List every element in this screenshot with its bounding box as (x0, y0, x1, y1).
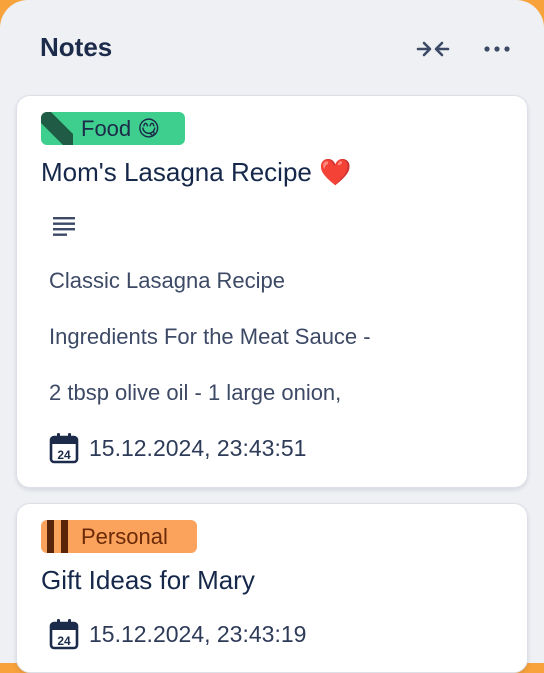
note-tag[interactable]: Food 😋 (41, 112, 185, 145)
tag-stripe (47, 520, 68, 553)
svg-text:24: 24 (57, 634, 71, 648)
note-content-line: Ingredients For the Meat Sauce - (49, 324, 371, 349)
note-date: 15.12.2024, 23:43:19 (89, 621, 307, 647)
tag-stripe (41, 112, 73, 145)
calendar-icon: 24 (49, 433, 79, 464)
note-card[interactable]: Personal Gift Ideas for Mary 24 15.12.20… (16, 503, 528, 673)
notes-header: Notes (40, 30, 516, 68)
panel-title: Notes (40, 32, 113, 62)
note-content-line: 2 tbsp olive oil - 1 large onion, (49, 380, 342, 405)
more-options-button[interactable] (478, 30, 516, 68)
note-content-line: Classic Lasagna Recipe (49, 268, 286, 293)
note-tag[interactable]: Personal (41, 520, 197, 553)
collapse-arrows-icon (416, 41, 450, 57)
calendar-icon: 24 (49, 619, 79, 650)
note-title[interactable]: Mom's Lasagna Recipe ❤️ (41, 157, 351, 188)
tag-label: Food 😋 (81, 116, 161, 141)
collapse-button[interactable] (414, 30, 452, 68)
svg-text:24: 24 (57, 448, 71, 462)
more-horizontal-icon (484, 46, 510, 52)
note-date: 15.12.2024, 23:43:51 (89, 435, 307, 461)
tag-label: Personal (81, 524, 168, 549)
note-card[interactable]: Food 😋 Mom's Lasagna Recipe ❤️ Classic L… (16, 95, 528, 488)
text-lines-icon (53, 217, 75, 236)
notes-panel: Notes Food 😋 Mom's Lasagna Recipe ❤️ Cla… (0, 0, 544, 673)
note-title[interactable]: Gift Ideas for Mary (41, 565, 255, 596)
